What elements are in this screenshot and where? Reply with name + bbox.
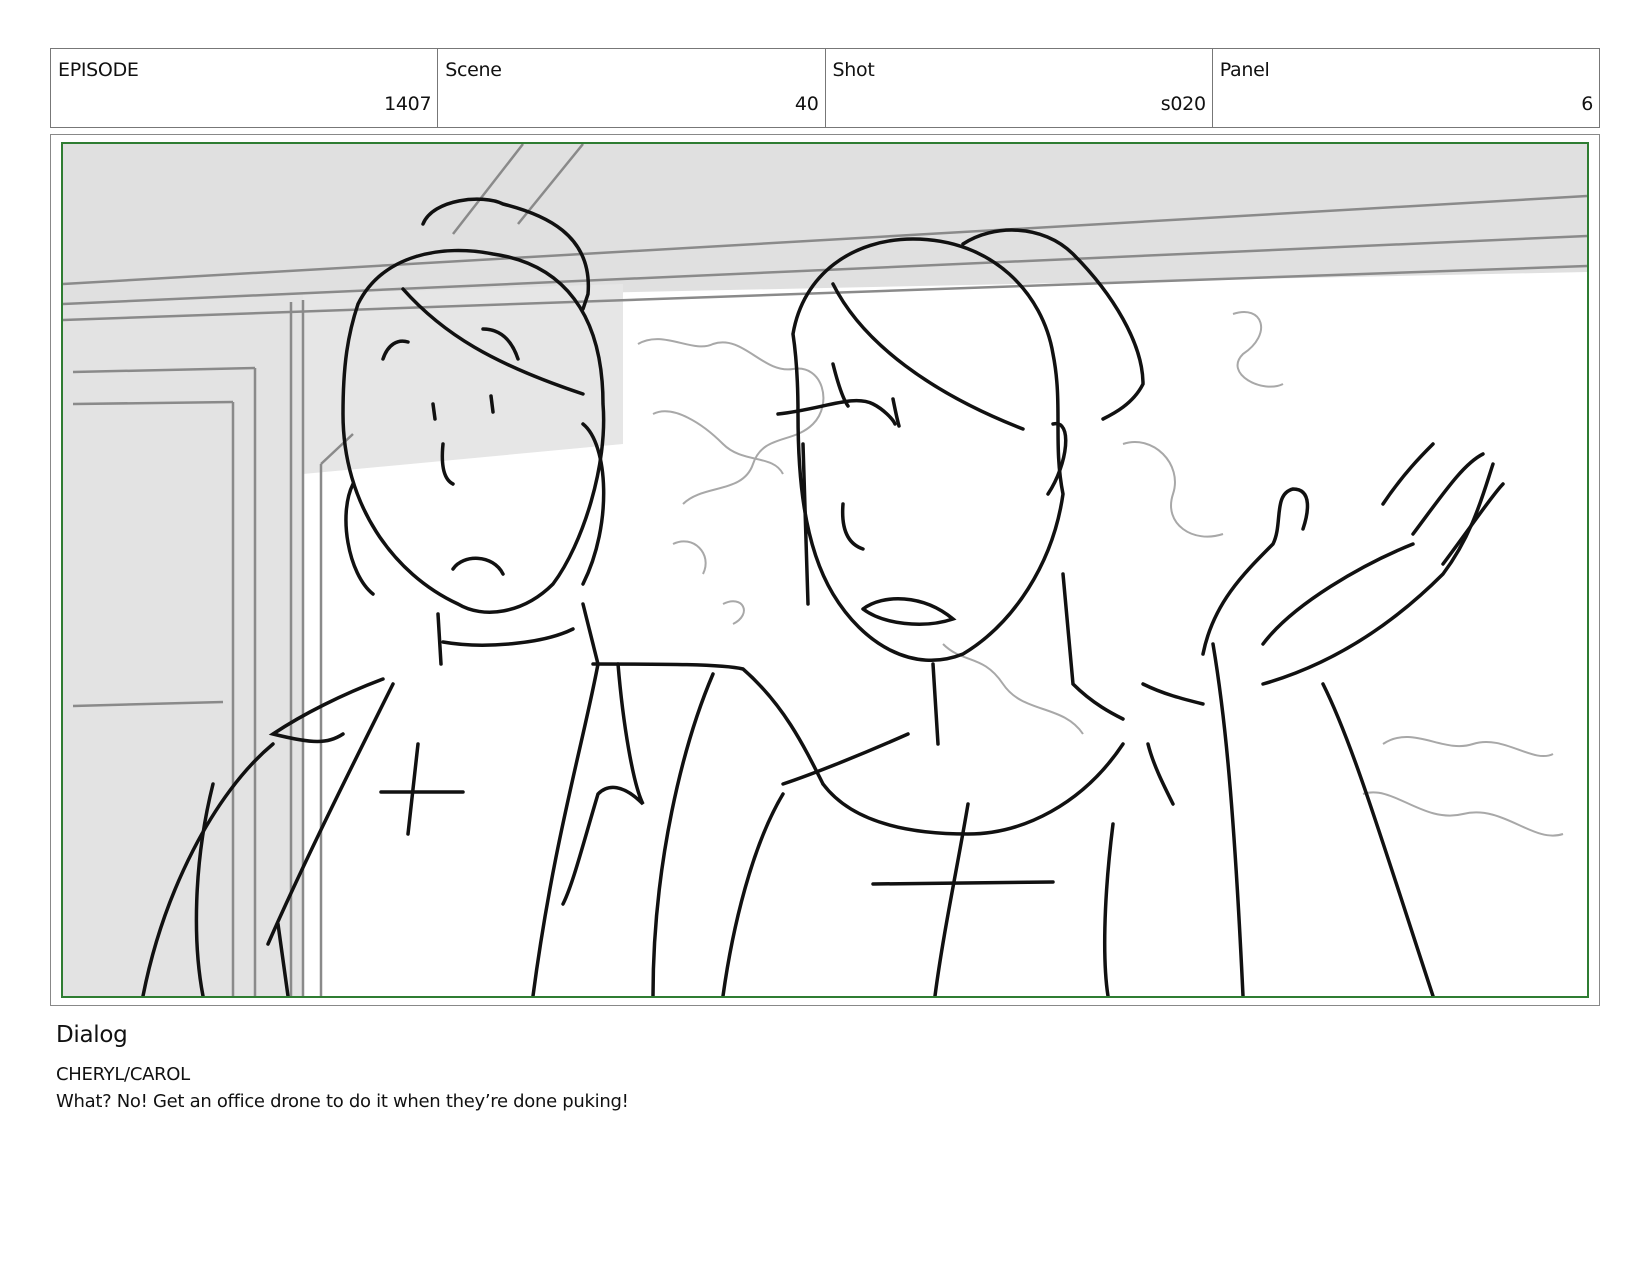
panel-value: 6 <box>1581 93 1593 115</box>
dialog-heading: Dialog <box>56 1022 128 1048</box>
panel-info-header: EPISODE 1407 Scene 40 Shot s020 Panel 6 <box>50 48 1600 128</box>
episode-cell: EPISODE 1407 <box>51 49 439 127</box>
storyboard-sketch <box>63 144 1587 996</box>
dialog-line: What? No! Get an office drone to do it w… <box>56 1091 629 1112</box>
panel-label: Panel <box>1219 59 1270 81</box>
scene-label: Scene <box>445 59 502 81</box>
storyboard-panel-image <box>61 142 1589 998</box>
episode-label: EPISODE <box>58 59 139 81</box>
scene-value: 40 <box>794 93 819 115</box>
dialog-speaker: CHERYL/CAROL <box>56 1064 190 1085</box>
scene-cell: Scene 40 <box>438 49 826 127</box>
shot-label: Shot <box>832 59 875 81</box>
shot-value: s020 <box>1160 93 1206 115</box>
storyboard-panel-frame <box>50 134 1600 1006</box>
shot-cell: Shot s020 <box>826 49 1213 127</box>
panel-cell: Panel 6 <box>1213 49 1599 127</box>
episode-value: 1407 <box>384 93 432 115</box>
